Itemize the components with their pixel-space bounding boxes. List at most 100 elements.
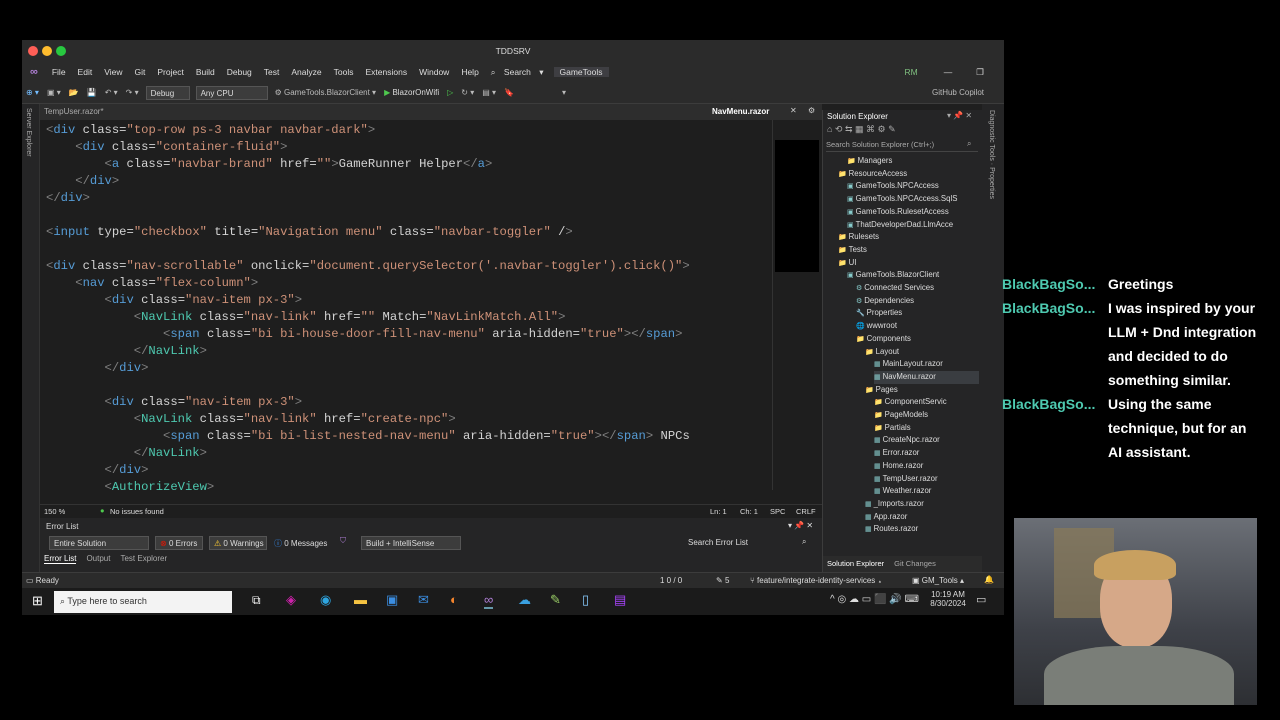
open-icon[interactable]: 📂 [65, 88, 83, 97]
code-line[interactable]: <nav class="flex-column"> [46, 275, 776, 292]
solution-item[interactable]: ▣ GameTools.RulesetAccess [847, 206, 949, 219]
solution-search-icon[interactable]: ⌕ [967, 139, 971, 149]
code-line[interactable]: </div> [46, 462, 776, 479]
solution-toolbar[interactable]: ⌂ ⟲ ⇆ ▦ ⌘ ⚙ ✎ [827, 124, 979, 138]
solution-item[interactable]: 🔧 Properties [856, 307, 902, 320]
column-number[interactable]: Ch: 1 [740, 507, 758, 516]
undo-icon[interactable]: ↶ ▾ [101, 88, 122, 97]
solution-item[interactable]: 📁 Components [856, 333, 911, 346]
tab-settings-gear-icon[interactable]: ⚙ [808, 106, 815, 115]
line-ending[interactable]: CRLF [796, 507, 816, 516]
solution-item[interactable]: ▣ GameTools.NPCAccess [847, 180, 939, 193]
pending-changes[interactable]: ✎ 5 [716, 576, 729, 585]
code-line[interactable]: <div class="top-row ps-3 navbar navbar-d… [46, 122, 776, 139]
action-center-icon[interactable]: ▭ [976, 593, 986, 606]
tab-output[interactable]: Output [86, 554, 110, 564]
file-explorer-icon[interactable]: ▬ [354, 592, 367, 607]
solution-item[interactable]: ▦ _Imports.razor [865, 498, 924, 511]
code-area[interactable]: <div class="top-row ps-3 navbar navbar-d… [46, 122, 776, 498]
solution-item[interactable]: ⚙ Dependencies [856, 295, 914, 308]
bookmark-icon[interactable]: 🔖 [500, 88, 518, 97]
mail-icon[interactable]: ✉ [418, 592, 429, 608]
code-line[interactable]: <span class="bi bi-house-door-fill-nav-m… [46, 326, 776, 343]
nav-back-icon[interactable]: ⊕ ▾ [22, 88, 43, 97]
menu-file[interactable]: File [46, 67, 72, 77]
code-line[interactable]: <AuthorizeView> [46, 479, 776, 496]
copilot-button[interactable]: GitHub Copilot [928, 88, 988, 97]
menu-debug[interactable]: Debug [221, 67, 258, 77]
solution-item[interactable]: ▦ CreateNpc.razor [874, 434, 940, 447]
solution-item[interactable]: 📁 Tests [838, 244, 867, 257]
server-explorer-strip[interactable]: Server Explorer [22, 104, 40, 574]
tab-navmenu[interactable]: NavMenu.razor [712, 107, 769, 116]
toolbar-more-icon[interactable]: ▾ [558, 88, 570, 97]
notifications-icon[interactable]: 🔔 [984, 575, 994, 584]
system-tray-icons[interactable]: ^ ◎ ☁ ▭ ⬛ 🔊 ⌨ [830, 594, 919, 605]
solution-item[interactable]: 📁 Partials [874, 422, 911, 435]
tab-error-list[interactable]: Error List [44, 554, 77, 564]
visual-studio-taskbar-icon[interactable]: ∞ [484, 592, 494, 609]
solution-item[interactable]: ▣ GameTools.NPCAccess.SqlS [847, 193, 957, 206]
user-avatar[interactable]: RM [899, 67, 924, 77]
solution-item[interactable]: ▦ Weather.razor [874, 485, 931, 498]
solution-item[interactable]: 📁 UI [838, 257, 856, 270]
code-line[interactable]: </NavLink> [46, 445, 776, 462]
indent-mode[interactable]: SPC [770, 507, 785, 516]
platform-dropdown[interactable]: Any CPU [195, 85, 268, 100]
issues-text[interactable]: No issues found [110, 507, 164, 516]
terminal-icon[interactable]: ▤ [614, 592, 626, 608]
scope-dropdown[interactable]: Entire Solution [49, 536, 149, 550]
branch-selector[interactable]: ⑂ feature/integrate-identity-services ▴ [750, 576, 882, 585]
tab-close-icon[interactable]: ✕ [790, 106, 797, 115]
cloud-app-icon[interactable]: ☁ [518, 592, 531, 608]
code-line[interactable]: <NavLink class="nav-link" href="create-n… [46, 411, 776, 428]
menu-test[interactable]: Test [258, 67, 286, 77]
firefox-icon[interactable]: ◐ [450, 592, 458, 607]
solution-item[interactable]: ▣ ThatDeveloperDad.LlmAcce [847, 219, 953, 232]
solution-item[interactable]: 🌐 wwwroot [856, 320, 897, 333]
server-explorer-label[interactable]: Server Explorer [25, 108, 32, 157]
solution-item[interactable]: ▦ Home.razor [874, 460, 923, 473]
tab-solution-explorer[interactable]: Solution Explorer [827, 559, 884, 569]
run-without-debug-icon[interactable]: ▷ [443, 88, 457, 97]
task-view-icon[interactable]: ⧉ [252, 593, 261, 608]
solution-item[interactable]: ⚙ Connected Services [856, 282, 934, 295]
code-line[interactable]: </div> [46, 173, 776, 190]
solution-item[interactable]: 📁 Rulesets [838, 231, 879, 244]
panel-pin-icon[interactable]: ▾ 📌 ✕ [788, 521, 813, 530]
solution-item[interactable]: 📁 Layout [865, 346, 899, 359]
copilot-app-icon[interactable]: ◈ [286, 592, 296, 608]
solution-item[interactable]: ▦ MainLayout.razor [874, 358, 943, 371]
menu-help[interactable]: Help [455, 67, 484, 77]
pane-options-icon[interactable]: ▾ 📌 ✕ [947, 111, 972, 120]
scroll-map[interactable] [772, 120, 820, 490]
code-line[interactable] [46, 377, 776, 394]
tablet-app-icon[interactable]: ▯ [582, 592, 589, 608]
code-line[interactable]: <div class="nav-item px-3"> [46, 292, 776, 309]
code-line[interactable] [46, 207, 776, 224]
menu-git[interactable]: Git [128, 67, 151, 77]
startup-project[interactable]: ⚙ GameTools.BlazorClient ▾ [271, 88, 380, 97]
menu-project[interactable]: Project [151, 67, 189, 77]
search-menu[interactable]: ⌕ Search ▾ [485, 67, 550, 78]
edge-icon[interactable]: ◉ [320, 592, 331, 608]
save-icon[interactable]: 💾 [83, 88, 101, 97]
layout-icon[interactable]: ▤ ▾ [478, 88, 500, 97]
zoom-level[interactable]: 150 % [44, 507, 65, 516]
code-line[interactable] [46, 241, 776, 258]
solution-item[interactable]: 📁 ResourceAccess [838, 168, 907, 181]
menu-analyze[interactable]: Analyze [285, 67, 327, 77]
solution-item[interactable]: 📁 PageModels [874, 409, 928, 422]
warnings-filter[interactable]: ⚠ 0 Warnings [209, 536, 267, 550]
build-dropdown[interactable]: Build + IntelliSense [361, 536, 461, 550]
solution-item[interactable]: ▣ GameTools.BlazorClient [847, 269, 939, 282]
solution-item[interactable]: ▦ Routes.razor [865, 523, 918, 536]
tab-tempuser[interactable]: TempUser.razor* [44, 107, 104, 116]
close-icon[interactable]: ✕ [1002, 67, 1004, 78]
menu-tools[interactable]: Tools [328, 67, 360, 77]
filter-icon[interactable]: ⛉ [340, 536, 346, 546]
code-line[interactable]: <div class="nav-scrollable" onclick="doc… [46, 258, 776, 275]
code-line[interactable]: </div> [46, 360, 776, 377]
menu-extensions[interactable]: Extensions [359, 67, 413, 77]
notepadpp-icon[interactable]: ✎ [550, 592, 561, 608]
